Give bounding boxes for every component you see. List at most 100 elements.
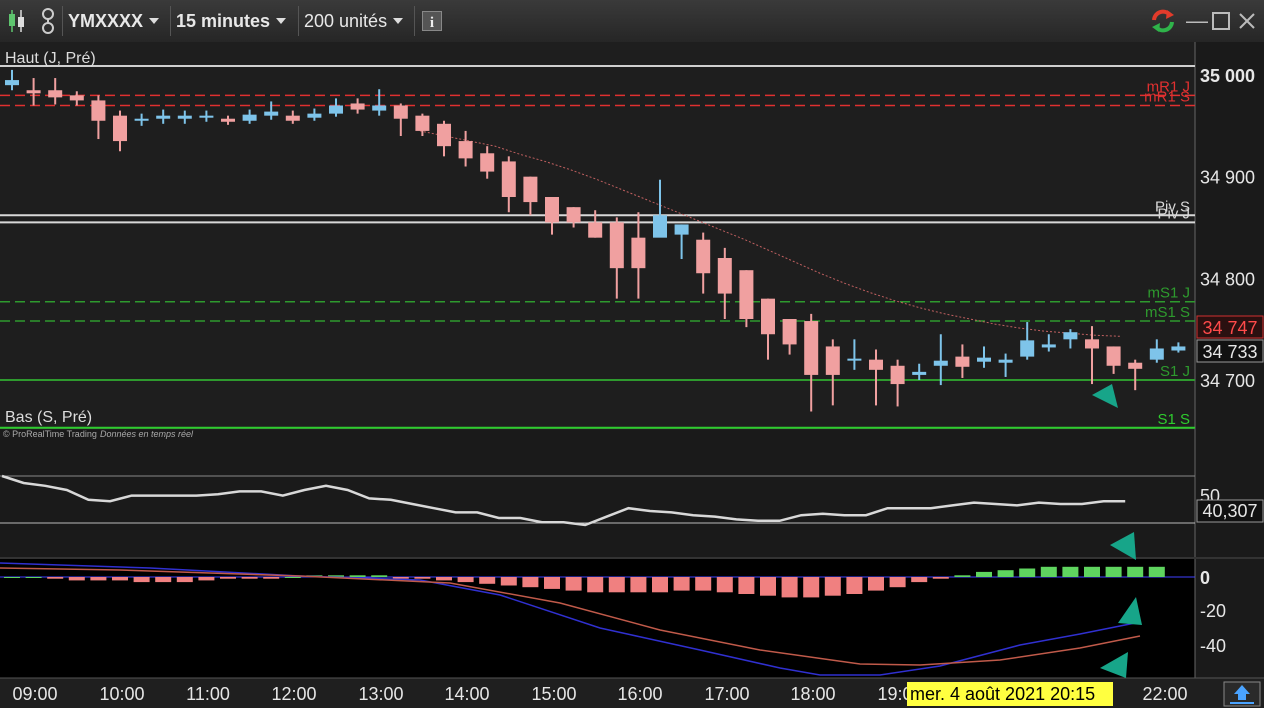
- candle-body: [177, 115, 192, 119]
- candle-body: [437, 123, 451, 147]
- scroll-to-end-icon[interactable]: [1223, 681, 1261, 707]
- candle-body: [653, 215, 667, 238]
- level-label: mR1 S: [1144, 89, 1190, 106]
- candle-body: [199, 115, 214, 118]
- macd-bar: [630, 577, 647, 593]
- macd-bar: [1105, 566, 1122, 577]
- macd-bar: [976, 571, 992, 577]
- instrument-selector[interactable]: YMXXXX: [68, 6, 160, 36]
- candle-body: [717, 258, 732, 294]
- level-label: mS1 S: [1145, 304, 1190, 321]
- candle-body: [761, 298, 775, 335]
- candle-body: [998, 359, 1013, 363]
- macd-bar: [652, 577, 668, 593]
- candle-body: [847, 358, 862, 361]
- candle-body: [329, 105, 343, 114]
- macd-bar: [911, 577, 928, 583]
- macd-bar: [932, 577, 949, 579]
- time-tick: 09:00: [12, 684, 57, 704]
- macd-bar: [868, 577, 884, 591]
- rsi-value: 40,307: [1202, 501, 1257, 521]
- macd-bar: [47, 577, 64, 579]
- chevron-down-icon: [276, 18, 287, 24]
- macd-tick-0: 0: [1200, 568, 1210, 588]
- macd-bar: [522, 577, 539, 588]
- candle-body: [1171, 346, 1186, 351]
- candle-body: [696, 239, 711, 274]
- candle-body: [1085, 339, 1099, 349]
- level-label: S1 J: [1160, 363, 1190, 380]
- level-label: S1 S: [1157, 411, 1190, 428]
- price-tick: 34 900: [1200, 168, 1255, 188]
- macd-bar: [90, 577, 107, 581]
- candlestick-icon[interactable]: [6, 6, 28, 36]
- macd-bar: [133, 577, 150, 583]
- candle-body: [264, 111, 279, 116]
- macd-bar: [587, 577, 604, 593]
- candle-body: [1106, 346, 1121, 366]
- candle-body: [631, 237, 646, 269]
- time-tick: 13:00: [358, 684, 403, 704]
- macd-bar: [176, 577, 193, 583]
- candle-body: [393, 105, 408, 119]
- candle-body: [1063, 332, 1078, 340]
- candle-body: [242, 114, 257, 121]
- candle-body: [480, 153, 495, 172]
- maximize-icon[interactable]: [1212, 6, 1230, 36]
- level-label: mS1 J: [1147, 285, 1190, 302]
- timeframe-selector[interactable]: 15 minutes: [176, 6, 287, 36]
- macd-bar: [608, 577, 625, 593]
- macd-bar: [695, 577, 712, 591]
- macd-bar: [479, 577, 496, 584]
- top-level-label: Haut (J, Pré): [5, 50, 96, 67]
- svg-text:i: i: [430, 15, 434, 31]
- realtime-label: Données en temps réel: [100, 429, 194, 439]
- candle-body: [1128, 362, 1143, 369]
- macd-bar: [155, 577, 172, 583]
- macd-bar: [414, 577, 431, 579]
- macd-bar: [263, 577, 280, 579]
- candle-body: [1041, 344, 1056, 348]
- macd-bar: [760, 577, 776, 596]
- crosshair-time-label: mer. 4 août 2021 20:15: [910, 684, 1095, 704]
- macd-bar: [716, 577, 733, 593]
- units-selector[interactable]: 200 unités: [304, 6, 404, 36]
- macd-bar: [1084, 566, 1100, 577]
- candle-body: [588, 222, 603, 238]
- macd-bar: [889, 577, 906, 588]
- macd-bar: [220, 577, 236, 579]
- macd-bar: [284, 577, 301, 578]
- refresh-icon[interactable]: [1148, 6, 1178, 36]
- macd-bar: [1040, 566, 1057, 577]
- macd-bar: [954, 575, 971, 577]
- instrument-label: YMXXXX: [68, 10, 144, 31]
- units-label: 200 unités: [304, 10, 388, 31]
- macd-bar: [1019, 568, 1036, 577]
- candle-body: [415, 115, 430, 131]
- macd-bar: [997, 570, 1014, 577]
- chevron-down-icon: [149, 18, 160, 24]
- macd-bar: [198, 577, 215, 581]
- link-icon[interactable]: [38, 6, 58, 36]
- macd-bar: [544, 577, 560, 589]
- macd-tick-neg40: -40: [1200, 636, 1226, 656]
- candle-body: [1149, 348, 1164, 360]
- last-price-red: 34 747: [1202, 318, 1257, 338]
- macd-tick-neg20: -20: [1200, 601, 1226, 621]
- candle-body: [91, 100, 106, 121]
- close-icon[interactable]: [1238, 6, 1256, 36]
- candle-body: [545, 197, 559, 223]
- macd-bar: [25, 577, 42, 578]
- minimize-icon[interactable]: —: [1186, 6, 1208, 36]
- macd-bar: [846, 577, 863, 594]
- last-price-dark: 34 733: [1202, 342, 1257, 362]
- timeframe-label: 15 minutes: [176, 10, 271, 31]
- price-chart[interactable]: mR1 JmR1 SPiv JPiv SmS1 JmS1 SS1 JS1 S H…: [0, 42, 1264, 708]
- macd-bar: [824, 577, 841, 596]
- candle-body: [977, 357, 991, 362]
- candle-body: [285, 115, 300, 121]
- macd-bar: [673, 577, 690, 591]
- candle-body: [804, 321, 819, 375]
- info-button[interactable]: i: [422, 6, 442, 36]
- candle-body: [869, 359, 883, 370]
